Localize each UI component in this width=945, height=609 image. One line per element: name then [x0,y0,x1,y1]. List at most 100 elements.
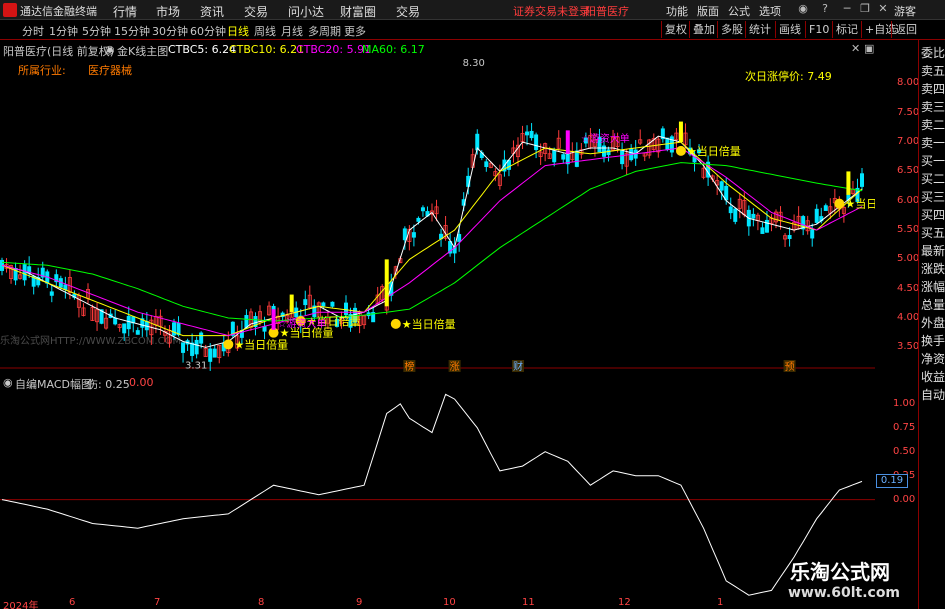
candle-body [113,317,118,325]
restore-icon[interactable]: ❐ [858,2,872,16]
period-intraday[interactable]: 分时 [22,23,44,39]
side-item[interactable]: 换手 [920,332,945,351]
price-tick: 3.50 [897,341,920,353]
current-stock-name: 阳普医疗 [585,5,629,18]
side-item[interactable]: 涨幅 [920,278,945,297]
menu-market[interactable]: 行情 [113,3,137,20]
trade-login-status[interactable]: 证券交易未登录 [513,3,590,19]
stats-button[interactable]: 统计 [745,21,774,38]
user-icon[interactable]: ◉ [796,2,810,16]
candle-body [416,217,421,222]
side-item[interactable]: 卖二 [920,116,945,135]
side-item[interactable]: 卖四 [920,80,945,99]
period-monthly[interactable]: 月线 [281,23,303,39]
price-tick: 8.00 [897,77,920,89]
menu-news[interactable]: 资讯 [200,3,224,20]
ctbc20-line [1,147,863,337]
menu-options[interactable]: 选项 [759,3,781,19]
multi-stock-button[interactable]: 多股 [717,21,746,38]
menu-trade[interactable]: 交易 [244,3,268,20]
candle-body [208,348,213,362]
double-volume-label: ★当日倍 [845,197,875,211]
app-name: 通达信金融终端 [20,5,97,18]
double-volume-marker [223,339,234,350]
menu-formula[interactable]: 公式 [728,3,750,19]
period-1min[interactable]: 1分钟 [49,23,78,39]
side-item[interactable]: 买一 [920,152,945,171]
highlight-candle [678,121,683,143]
draw-line-button[interactable]: 画线 [775,21,804,38]
candle-body [457,234,462,242]
macd-tick: 0.00 [893,493,916,505]
low-price-label: 3.31 [185,360,207,371]
candle-body [751,213,756,219]
price-tick: 5.50 [897,224,920,236]
candle-body [787,235,792,239]
period-60min[interactable]: 60分钟 [190,23,226,39]
side-item[interactable]: 外盘 [920,314,945,333]
ma60-line [1,162,863,322]
adjust-button[interactable]: 复权 [661,21,690,38]
double-volume-label: ★当日倍量 [687,144,741,158]
period-30min[interactable]: 30分钟 [152,23,188,39]
side-item[interactable]: 最新 [920,242,945,261]
x-label-jul: 7 [154,597,161,608]
x-label-jun: 6 [69,597,76,608]
side-item[interactable]: 收益 [920,368,945,387]
candle-body [330,301,335,307]
side-item[interactable]: 卖三 [920,98,945,117]
side-item[interactable]: 买二 [920,170,945,189]
period-15min[interactable]: 15分钟 [114,23,150,39]
side-item[interactable]: 净资 [920,350,945,369]
candle-body [244,315,249,328]
menu-trade-2[interactable]: 交易 [396,3,420,20]
menu-market-center[interactable]: 市场 [156,3,180,20]
overlay-button[interactable]: 叠加 [689,21,718,38]
candle-body [724,185,729,201]
period-multi[interactable]: 多周期 [308,23,341,39]
toolbar: 分时 1分钟 5分钟 15分钟 30分钟 60分钟 日线 周线 月线 多周期 更… [0,20,945,40]
period-daily[interactable]: 日线 [227,23,249,39]
candle-body [719,181,724,191]
price-tick: 4.00 [897,312,920,324]
period-5min[interactable]: 5分钟 [82,23,111,39]
menu-wealth[interactable]: 财富圈 [340,3,376,20]
candle-body [606,149,611,156]
close-icon[interactable]: ✕ [876,2,890,16]
candle-body [420,207,425,212]
f10-button[interactable]: F10 [805,21,832,38]
candle-body [343,302,348,316]
candle-body [402,228,407,241]
side-item[interactable]: 买四 [920,206,945,225]
candle-body [194,339,199,355]
side-item[interactable]: 总量 [920,296,945,315]
side-item[interactable]: 涨跌 [920,260,945,279]
menu-function[interactable]: 功能 [666,3,688,19]
period-more[interactable]: 更多 [344,23,366,39]
x-label-nov: 11 [522,597,535,608]
x-label-dec: 12 [618,597,631,608]
candle-body [620,149,625,165]
x-label-oct: 10 [443,597,456,608]
back-button[interactable]: 返回 [891,21,920,38]
menu-ask[interactable]: 问小达 [288,3,324,20]
side-item[interactable]: 买五 [920,224,945,243]
menu-layout[interactable]: 版面 [697,3,719,19]
guest-label[interactable]: 游客 [894,3,916,19]
price-tick: 7.00 [897,136,920,148]
side-item[interactable]: 卖一 [920,134,945,153]
candle-body [574,150,579,167]
side-item[interactable]: 卖五 [920,62,945,81]
kline-chart[interactable]: 8.303.31★当日倍量★当日倍量★当日倍量★当日倍量★当日倍量★当日倍☆游资… [0,40,875,609]
help-icon[interactable]: ? [818,2,832,16]
mark-button[interactable]: 标记 [832,21,861,38]
minimize-icon[interactable]: ─ [840,2,854,16]
hot-money-label: ☆游资大单 [581,132,630,145]
price-tick: 5.00 [897,253,920,265]
side-item[interactable]: 委比 [920,44,945,63]
highlight-candle [384,259,389,307]
side-item[interactable]: 自动 [920,386,945,405]
period-weekly[interactable]: 周线 [254,23,276,39]
side-item[interactable]: 买三 [920,188,945,207]
double-volume-label: ★当日倍量 [402,317,456,331]
